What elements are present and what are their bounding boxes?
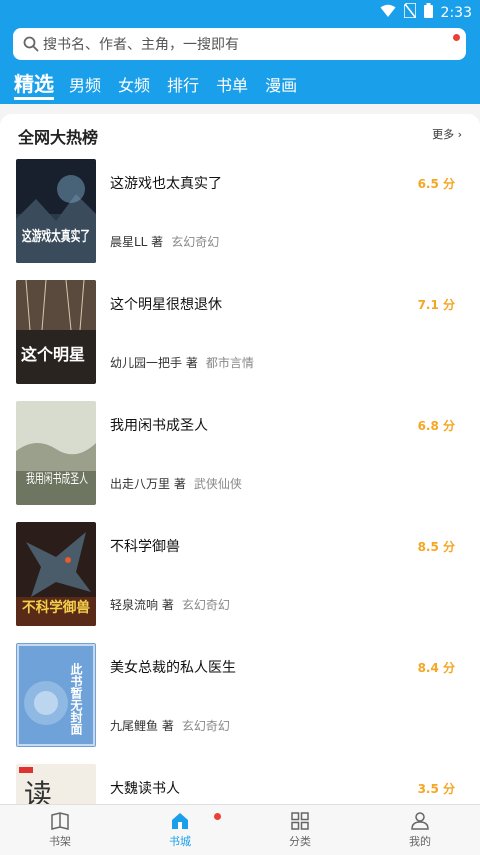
book-item[interactable]: 此书暂无封面 美女总裁的私人医生 九尾鲤鱼 著玄幻奇幻 8.4 分 (16, 643, 464, 747)
section-header: 全网大热榜 更多 › (18, 124, 462, 147)
book-author: 出走八万里 著 (110, 477, 186, 491)
book-item[interactable]: 读 大魏读书人 3.5 分 (16, 764, 464, 804)
tab-ranking[interactable]: 排行 (167, 72, 199, 100)
book-score: 6.8 分 (417, 419, 455, 433)
book-meta: 九尾鲤鱼 著玄幻奇幻 (110, 717, 230, 734)
section-title: 全网大热榜 (18, 128, 99, 147)
tab-booklist[interactable]: 书单 (216, 72, 248, 100)
book-cover-text: 此书暂无封面 (69, 662, 83, 736)
book-author: 九尾鲤鱼 著 (110, 719, 174, 733)
book-cover: 这游戏太真实了 (16, 159, 96, 263)
nav-bookshelf[interactable]: 书架 (0, 805, 120, 855)
nav-label: 书架 (49, 835, 71, 848)
book-item[interactable]: 不科学御兽 不科学御兽 轻泉流响 著玄幻奇幻 8.5 分 (16, 522, 464, 626)
nav-label: 分类 (289, 835, 311, 848)
book-cover: 我用闲书成圣人 (16, 401, 96, 505)
book-author: 轻泉流响 著 (110, 598, 174, 612)
book-cover: 此书暂无封面 (16, 643, 96, 747)
no-sim-icon (402, 2, 417, 22)
book-meta: 出走八万里 著武侠仙侠 (110, 475, 242, 492)
notification-dot (453, 34, 460, 41)
book-title: 不科学御兽 (110, 539, 180, 555)
search-placeholder: 搜书名、作者、主角，一搜即有 (43, 37, 239, 53)
book-meta: 幼儿园一把手 著都市言情 (110, 354, 254, 371)
category-icon (291, 812, 309, 830)
book-author: 幼儿园一把手 著 (110, 356, 198, 370)
more-label: 更多 (432, 128, 455, 141)
book-cover: 读 (16, 764, 96, 804)
book-genre: 玄幻奇幻 (181, 598, 230, 612)
book-title: 这个明星很想退休 (110, 297, 222, 313)
search-bar[interactable]: 搜书名、作者、主角，一搜即有 (13, 28, 466, 60)
book-cover-text: 这游戏太真实了 (22, 228, 90, 245)
book-cover-text: 这个明星 (21, 345, 85, 364)
book-cover-text: 不科学御兽 (22, 599, 90, 616)
book-title: 这游戏也太真实了 (110, 176, 222, 192)
book-cover-text: 读 (24, 778, 52, 804)
status-bar: 2:33 (0, 0, 480, 24)
book-score: 3.5 分 (417, 782, 455, 796)
tab-featured[interactable]: 精选 (14, 71, 54, 100)
book-title: 美女总裁的私人医生 (110, 660, 236, 676)
status-time: 2:33 (440, 4, 472, 21)
book-genre: 玄幻奇幻 (171, 235, 220, 249)
more-link[interactable]: 更多 › (432, 126, 462, 142)
notification-dot (214, 813, 221, 820)
book-score: 7.1 分 (417, 298, 455, 312)
nav-label: 书城 (169, 835, 191, 848)
book-genre: 武侠仙侠 (193, 477, 242, 491)
book-cover: 不科学御兽 (16, 522, 96, 626)
nav-category[interactable]: 分类 (240, 805, 360, 855)
tab-female[interactable]: 女频 (118, 72, 150, 100)
home-icon (172, 813, 188, 829)
chevron-right-icon: › (454, 128, 462, 141)
book-cover-text: 我用闲书成圣人 (26, 472, 88, 487)
book-title: 我用闲书成圣人 (110, 418, 208, 434)
book-genre: 玄幻奇幻 (181, 719, 230, 733)
book-score: 8.4 分 (417, 661, 455, 675)
book-item[interactable]: 这个明星 这个明星很想退休 幼儿园一把手 著都市言情 7.1 分 (16, 280, 464, 384)
tab-comics[interactable]: 漫画 (265, 72, 297, 100)
search-icon (23, 36, 39, 52)
nav-label: 我的 (409, 835, 431, 848)
book-score: 6.5 分 (417, 177, 455, 191)
nav-bookstore[interactable]: 书城 (120, 805, 240, 855)
nav-profile[interactable]: 我的 (360, 805, 480, 855)
book-genre: 都市言情 (205, 356, 254, 370)
battery-icon (423, 3, 433, 22)
book-score: 8.5 分 (417, 540, 455, 554)
book-item[interactable]: 我用闲书成圣人 我用闲书成圣人 出走八万里 著武侠仙侠 6.8 分 (16, 401, 464, 505)
category-tabs: 精选 男频 女频 排行 书单 漫画 (14, 68, 314, 100)
hot-list-card: 全网大热榜 更多 › 这游戏太真实了 这游戏也太真实了 晨星LL 著玄幻奇幻 6… (0, 114, 480, 804)
bookshelf-icon (51, 812, 69, 830)
book-item[interactable]: 这游戏太真实了 这游戏也太真实了 晨星LL 著玄幻奇幻 6.5 分 (16, 159, 464, 263)
book-meta: 晨星LL 著玄幻奇幻 (110, 233, 219, 250)
user-icon (411, 812, 429, 830)
book-cover: 这个明星 (16, 280, 96, 384)
wifi-icon (380, 3, 396, 22)
book-title: 大魏读书人 (110, 781, 180, 797)
book-author: 晨星LL 著 (110, 235, 164, 249)
tab-male[interactable]: 男频 (69, 72, 101, 100)
bottom-navigation: 书架 书城 分类 我的 (0, 804, 480, 855)
book-meta: 轻泉流响 著玄幻奇幻 (110, 596, 230, 613)
